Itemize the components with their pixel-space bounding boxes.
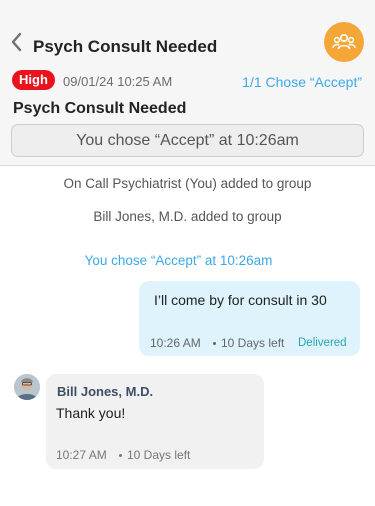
response-count-link[interactable]: 1/1 Chose “Accept” [242,74,362,90]
header: Psych Consult Needed [0,0,375,68]
delivery-status: Delivered [298,337,347,349]
message-subject: Psych Consult Needed [13,100,187,117]
outgoing-message-bubble[interactable]: I’ll come by for consult in 30 10:26 AM … [139,281,360,356]
page-title: Psych Consult Needed [33,37,218,56]
back-chevron-icon[interactable] [9,31,25,53]
avatar[interactable] [14,374,40,400]
sender-name: Bill Jones, M.D. [57,384,154,399]
accept-status-box: You chose “Accept” at 10:26am [11,124,364,157]
sent-date: 09/01/24 10:25 AM [63,74,173,89]
group-icon [332,33,356,50]
separator-dot [213,342,216,345]
system-message-accepted: You chose “Accept” at 10:26am [84,253,273,268]
separator-dot [119,454,122,457]
priority-badge: High [12,70,55,90]
avatar-photo-icon [14,374,40,400]
system-message-added-colleague: Bill Jones, M.D. added to group [93,209,282,224]
message-info-panel: High 09/01/24 10:25 AM 1/1 Chose “Accept… [0,68,375,166]
system-message-added-self: On Call Psychiatrist (You) added to grou… [63,176,312,191]
outgoing-message-expiry: 10 Days left [221,336,285,350]
group-members-button[interactable] [324,22,364,62]
incoming-message-text: Thank you! [56,405,126,421]
incoming-message-bubble[interactable]: Bill Jones, M.D. Thank you! 10:27 AM 10 … [46,374,264,469]
outgoing-message-time: 10:26 AM [150,336,201,350]
outgoing-message-text: I’ll come by for consult in 30 [154,292,327,308]
incoming-message-expiry: 10 Days left [127,448,191,462]
incoming-message-time: 10:27 AM [56,448,107,462]
